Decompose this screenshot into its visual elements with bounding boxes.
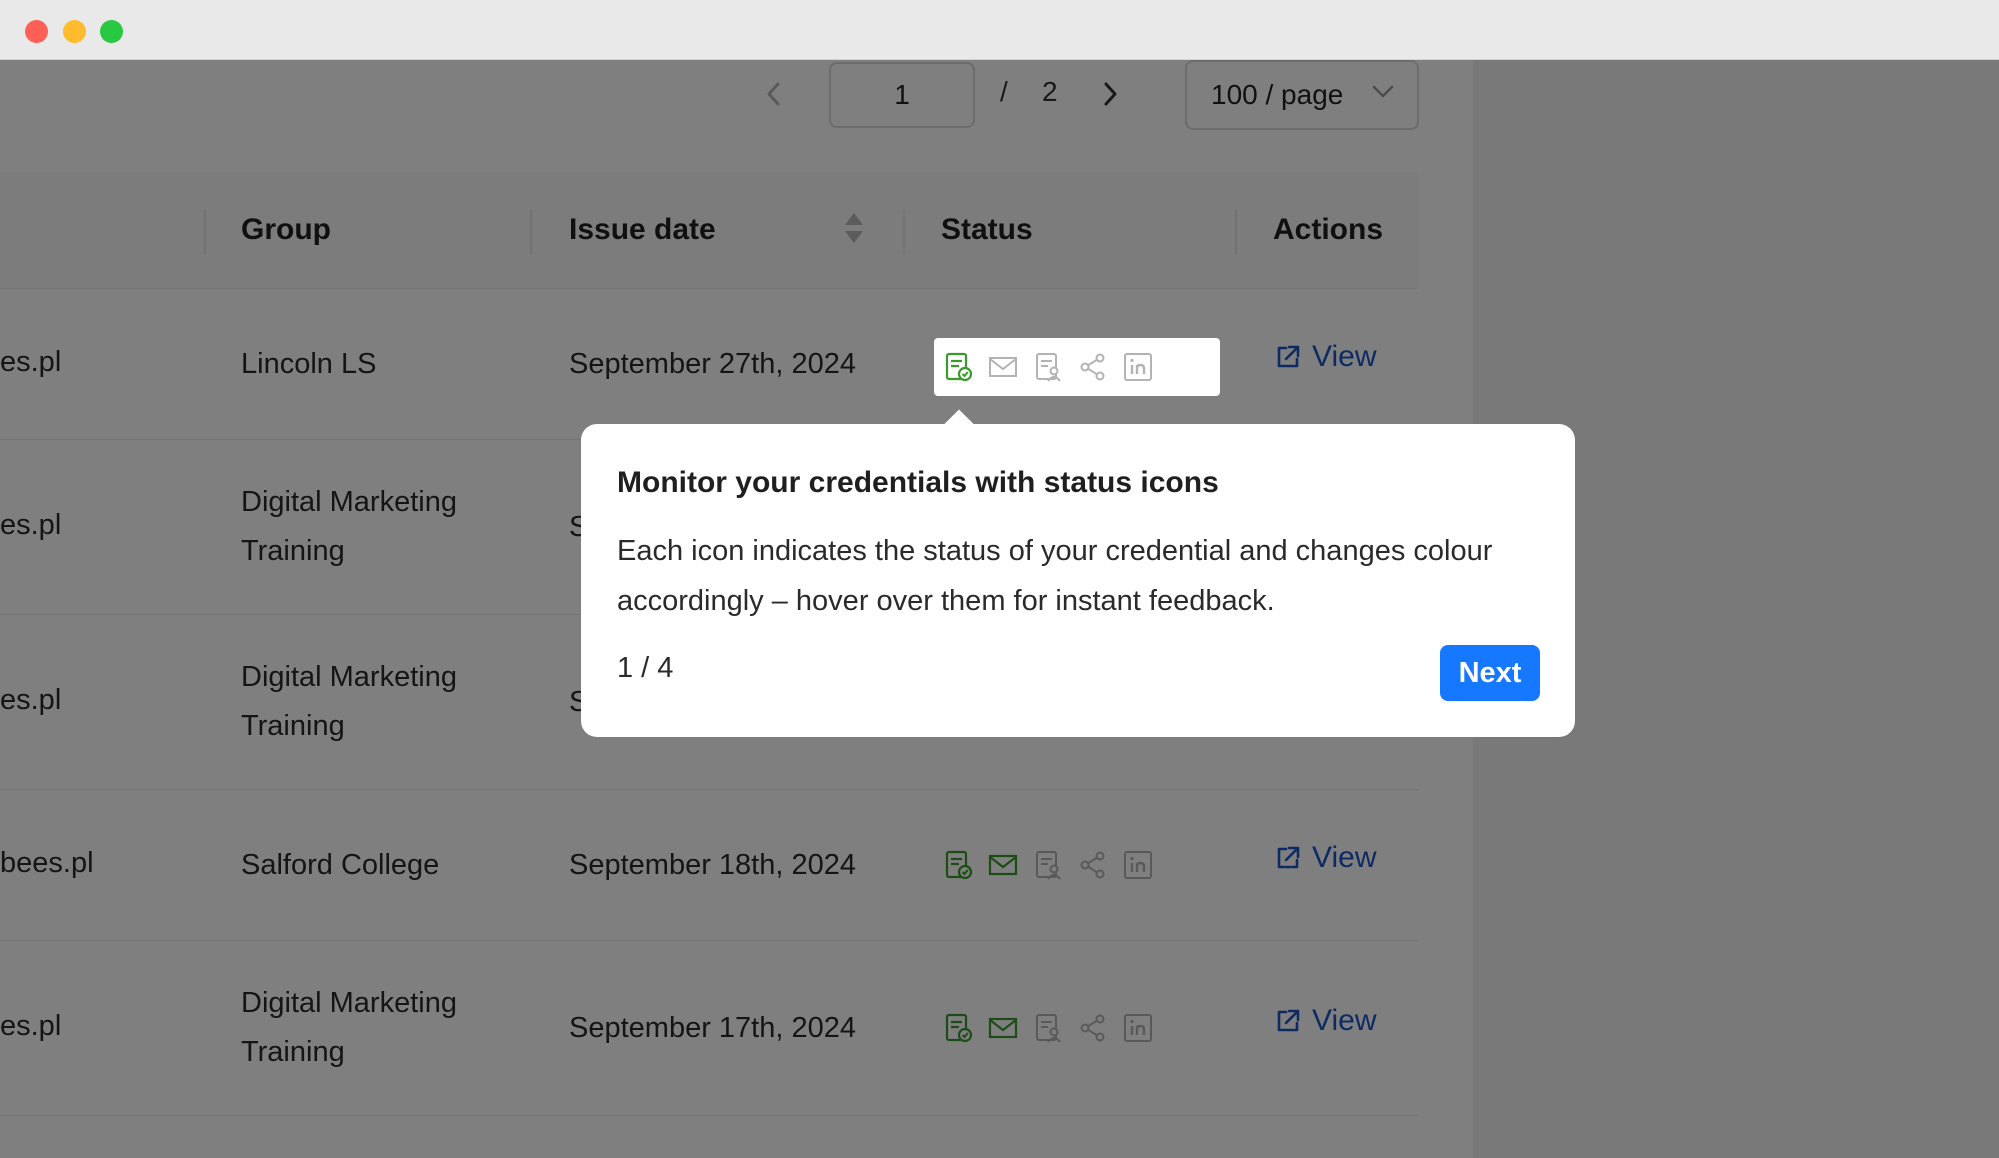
share-icon[interactable] xyxy=(1077,351,1109,383)
maximize-window-button[interactable] xyxy=(100,20,123,43)
minimize-window-button[interactable] xyxy=(63,20,86,43)
browser-window: 1 / 2 100 / page Group Issue date Status xyxy=(0,0,1999,1158)
close-window-button[interactable] xyxy=(25,20,48,43)
tour-title: Monitor your credentials with status ico… xyxy=(617,466,1219,499)
certificate-user-icon[interactable] xyxy=(1032,351,1064,383)
mail-icon[interactable] xyxy=(987,351,1019,383)
page-content: 1 / 2 100 / page Group Issue date Status xyxy=(0,60,1999,1158)
tour-step-counter: 1 / 4 xyxy=(617,652,674,684)
tour-description: Each icon indicates the status of your c… xyxy=(617,535,1493,617)
tour-next-button[interactable]: Next xyxy=(1440,645,1540,701)
tour-popover: Monitor your credentials with status ico… xyxy=(581,409,1575,737)
status-icons-highlight xyxy=(934,338,1220,396)
window-titlebar xyxy=(0,0,1999,60)
linkedin-icon[interactable] xyxy=(1122,351,1154,383)
certificate-check-icon[interactable] xyxy=(942,351,974,383)
